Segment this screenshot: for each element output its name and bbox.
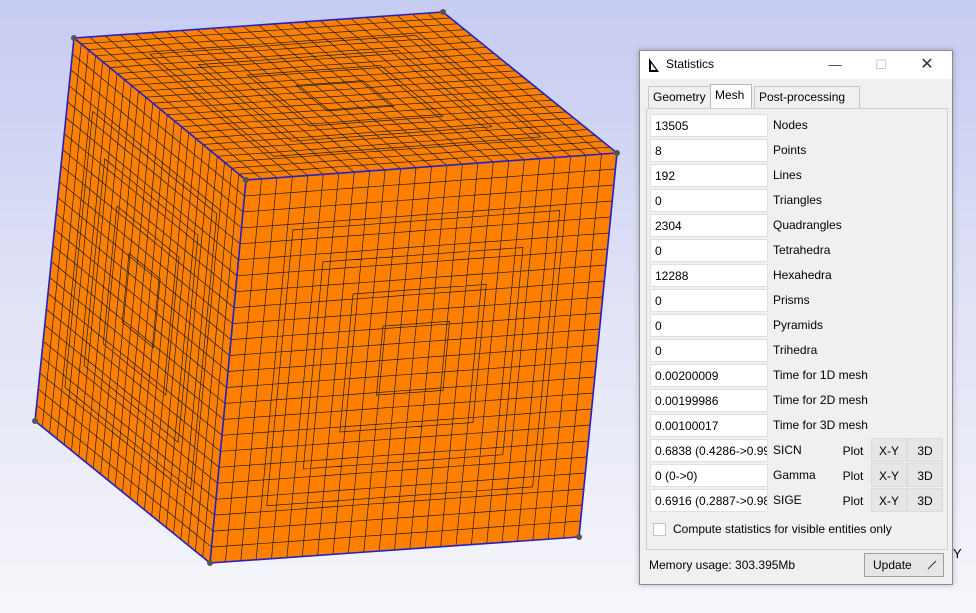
x-y-button[interactable]: X-Y: [871, 488, 907, 512]
stat-label: Nodes: [773, 118, 808, 132]
stat-label: Quadrangles: [773, 218, 842, 232]
maximize-button[interactable]: ☐: [858, 51, 904, 79]
tab-geometry[interactable]: Geometry: [648, 86, 712, 108]
cube-vertex-A: [71, 35, 77, 41]
checkbox-box[interactable]: [653, 523, 666, 536]
stat-label: Triangles: [773, 193, 822, 207]
minimize-button[interactable]: —: [812, 51, 858, 79]
3d-button[interactable]: 3D: [907, 488, 943, 512]
stat-label: Lines: [773, 168, 802, 182]
3d-button[interactable]: 3D: [907, 438, 943, 462]
stat-value-field[interactable]: 0: [650, 289, 768, 312]
mesh-stats-panel: 13505 Nodes 8 Points 192 Lines 0 Triangles 2304 Q…: [646, 108, 948, 550]
x-y-button[interactable]: X-Y: [871, 463, 907, 487]
front-face: [210, 153, 617, 563]
stat-label: Trihedra: [773, 343, 818, 357]
stat-value-field[interactable]: 0: [650, 314, 768, 337]
checkbox-label: Compute statistics for visible entities …: [673, 522, 892, 536]
cube-vertex-E: [32, 418, 38, 424]
diagonal-arrow-icon: [927, 560, 937, 570]
stat-value-field[interactable]: 0.00199986: [650, 389, 768, 412]
stat-label: SIGE: [773, 493, 802, 507]
cube-vertex-F: [207, 560, 213, 566]
stat-value-field[interactable]: 0.6916 (0.2887->0.98: [650, 489, 768, 512]
tab-post-processing[interactable]: Post-processing: [754, 86, 860, 108]
stat-label: Gamma: [773, 468, 816, 482]
stat-label: Pyramids: [773, 318, 824, 332]
gmsh-app-icon: [649, 58, 659, 72]
cube-vertex-D: [243, 177, 249, 183]
plot-button[interactable]: Plot: [835, 438, 871, 462]
stat-value-field[interactable]: 0.00100017: [650, 414, 768, 437]
axis-y-label: Y: [953, 546, 962, 561]
cube-vertex-C: [614, 150, 620, 156]
cube-vertex-G: [576, 534, 582, 540]
plot-button[interactable]: Plot: [835, 488, 871, 512]
3d-button[interactable]: 3D: [907, 463, 943, 487]
stat-value-field[interactable]: 0 (0->0): [650, 464, 768, 487]
stat-value-field[interactable]: 0: [650, 339, 768, 362]
x-y-button[interactable]: X-Y: [871, 438, 907, 462]
window-title: Statistics: [666, 57, 715, 71]
stat-value-field[interactable]: 192: [650, 164, 768, 187]
stat-label: Prisms: [773, 293, 810, 307]
cube-vertex-B: [440, 9, 446, 15]
stat-label: Tetrahedra: [773, 243, 831, 257]
stat-value-field[interactable]: 0: [650, 239, 768, 262]
plot-button[interactable]: Plot: [835, 463, 871, 487]
update-button-label: Update: [873, 558, 912, 572]
memory-usage: Memory usage: 303.395Mb: [649, 558, 796, 572]
stat-label: Hexahedra: [773, 268, 832, 282]
stat-value-field[interactable]: 13505: [650, 114, 768, 137]
stat-value-field[interactable]: 0.6838 (0.4286->0.99: [650, 439, 768, 462]
window-titlebar[interactable]: Statistics — ☐ ✕: [640, 51, 952, 79]
stat-value-field[interactable]: 0.00200009: [650, 364, 768, 387]
stat-value-field[interactable]: 8: [650, 139, 768, 162]
stat-value-field[interactable]: 0: [650, 189, 768, 212]
tab-mesh[interactable]: Mesh: [710, 84, 752, 109]
close-button[interactable]: ✕: [904, 51, 950, 79]
statistics-window: Statistics — ☐ ✕ Geometry Mesh Post-proc…: [639, 50, 953, 585]
stat-label: Points: [773, 143, 807, 157]
stat-label: SICN: [773, 443, 802, 457]
stat-value-field[interactable]: 12288: [650, 264, 768, 287]
stat-value-field[interactable]: 2304: [650, 214, 768, 237]
hexahedral-cube-mesh: [35, 12, 617, 563]
stat-label: Time for 3D mesh: [773, 418, 868, 432]
update-button[interactable]: Update: [864, 553, 944, 577]
stat-label: Time for 2D mesh: [773, 393, 868, 407]
stat-label: Time for 1D mesh: [773, 368, 868, 382]
